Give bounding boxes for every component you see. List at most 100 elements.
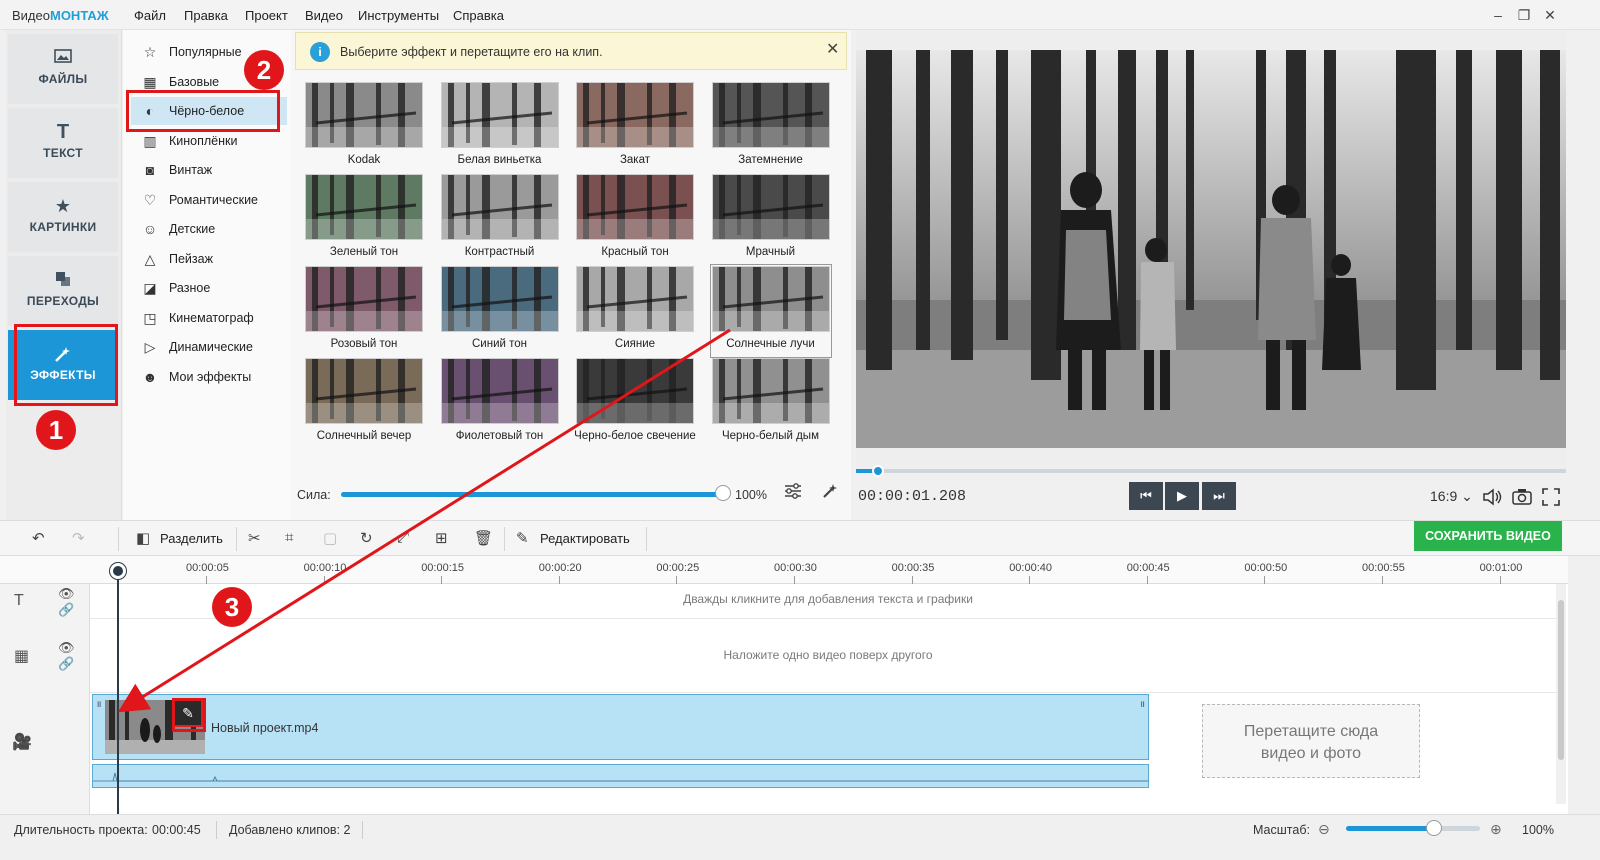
edit-pencil-icon[interactable]: ✎ bbox=[516, 529, 529, 547]
overlay-track-hint[interactable]: Наложите одно видео поверх другого bbox=[90, 648, 1566, 662]
video-frame[interactable] bbox=[856, 50, 1566, 448]
apply-effect-icon[interactable] bbox=[821, 482, 839, 505]
menu-help[interactable]: Справка bbox=[453, 8, 504, 23]
category-item[interactable]: ◳ Кинематограф bbox=[131, 304, 287, 332]
strength-slider[interactable] bbox=[341, 492, 725, 497]
frame-icon[interactable]: ▢ bbox=[323, 529, 337, 547]
effect-thumbnail[interactable]: Сияние bbox=[576, 266, 694, 356]
volume-icon[interactable] bbox=[1482, 488, 1504, 509]
playhead-handle[interactable] bbox=[110, 563, 126, 579]
camera-icon: ◙ bbox=[145, 162, 155, 178]
effect-thumbnail[interactable]: Контрастный bbox=[440, 174, 559, 264]
effect-preview-image bbox=[440, 174, 559, 240]
cut-scissors-icon[interactable]: ✂ bbox=[248, 529, 261, 547]
effect-thumbnail[interactable]: Розовый тон bbox=[305, 266, 423, 356]
zoom-slider-handle[interactable] bbox=[1426, 820, 1442, 836]
eye-icon[interactable]: 👁 bbox=[58, 640, 75, 656]
effect-thumbnail[interactable]: Зеленый тон bbox=[305, 174, 423, 264]
add-clip-icon[interactable]: ⊞ bbox=[435, 529, 448, 547]
audio-waveform[interactable] bbox=[92, 764, 1149, 788]
previous-frame-button[interactable]: ⏮ bbox=[1129, 482, 1163, 510]
clip-trim-right-handle[interactable]: ॥ bbox=[1140, 697, 1145, 710]
stretch-icon[interactable]: ⤢ bbox=[397, 529, 409, 546]
seek-bar[interactable] bbox=[856, 469, 1566, 473]
effect-thumbnail[interactable]: Черно-белый дым bbox=[711, 358, 830, 448]
category-item[interactable]: ◙ Винтаж bbox=[131, 156, 287, 184]
menu-file[interactable]: Файл bbox=[134, 8, 166, 23]
effect-thumbnail[interactable]: Белая виньетка bbox=[440, 82, 559, 172]
delete-trash-icon[interactable]: 🗑 bbox=[474, 529, 493, 547]
playhead-line[interactable] bbox=[117, 566, 119, 814]
close-info-icon[interactable]: ✕ bbox=[826, 39, 839, 59]
ruler-tick-mark bbox=[558, 576, 560, 584]
snapshot-camera-icon[interactable] bbox=[1512, 488, 1532, 509]
effect-thumbnail[interactable]: Закат bbox=[576, 82, 694, 172]
category-item[interactable]: ◪ Разное bbox=[131, 274, 287, 302]
sidebar-item-files[interactable]: ФАЙЛЫ bbox=[8, 34, 118, 104]
kids-icon: ☺ bbox=[142, 221, 158, 237]
clip-name: Новый проект.mp4 bbox=[211, 721, 319, 735]
rotate-icon[interactable]: ↻ bbox=[360, 529, 373, 547]
category-item[interactable]: ♡ Романтические bbox=[131, 186, 287, 214]
effect-thumbnail[interactable]: Красный тон bbox=[576, 174, 694, 264]
edit-button[interactable]: Редактировать bbox=[540, 531, 630, 546]
menu-tools[interactable]: Инструменты bbox=[358, 8, 439, 23]
save-video-button[interactable]: СОХРАНИТЬ ВИДЕО bbox=[1414, 521, 1562, 551]
category-item[interactable]: ▷ Динамические bbox=[131, 333, 287, 361]
link-icon[interactable]: 🔗 bbox=[58, 656, 74, 672]
next-frame-button[interactable]: ⏭ bbox=[1202, 482, 1236, 510]
effect-thumbnail[interactable]: Солнечные лучи bbox=[709, 264, 832, 358]
menu-video[interactable]: Видео bbox=[305, 8, 343, 23]
toolbar-divider bbox=[504, 527, 505, 551]
split-icon[interactable]: ◧ bbox=[136, 529, 150, 547]
effect-thumbnail[interactable]: Фиолетовый тон bbox=[440, 358, 559, 448]
menu-edit[interactable]: Правка bbox=[184, 8, 228, 23]
zoom-out-icon[interactable]: ⊖ bbox=[1318, 821, 1330, 838]
category-item[interactable]: ☺ Детские bbox=[131, 215, 287, 243]
sidebar-item-transitions[interactable]: ПЕРЕХОДЫ bbox=[8, 256, 118, 326]
eye-icon[interactable]: 👁 bbox=[58, 586, 75, 602]
undo-icon[interactable]: ↶ bbox=[32, 529, 45, 547]
effect-thumbnail[interactable]: Черно-белое свечение bbox=[574, 358, 696, 448]
effect-thumbnail[interactable]: Солнечный вечер bbox=[305, 358, 423, 448]
category-label: Детские bbox=[169, 222, 216, 236]
aspect-ratio-select[interactable]: 16:9 ⌄ bbox=[1430, 488, 1473, 505]
crop-icon[interactable]: ⌗ bbox=[285, 529, 293, 546]
text-icon: T bbox=[56, 121, 70, 143]
video-clip[interactable]: ✎ Новый проект.mp4 ॥ ॥ bbox=[92, 694, 1149, 760]
track-divider bbox=[90, 618, 1556, 619]
menu-project[interactable]: Проект bbox=[245, 8, 288, 23]
redo-icon[interactable]: ↷ bbox=[72, 529, 85, 547]
maximize-icon[interactable]: ❐ bbox=[1512, 4, 1536, 26]
drop-media-zone[interactable]: Перетащите сюда видео и фото bbox=[1202, 704, 1420, 778]
category-item[interactable]: △ Пейзаж bbox=[131, 245, 287, 273]
effect-thumbnail[interactable]: Синий тон bbox=[440, 266, 559, 356]
settings-sliders-icon[interactable] bbox=[783, 482, 803, 505]
text-track-hint[interactable]: Дважды кликните для добавления текста и … bbox=[90, 592, 1566, 606]
ruler-tick-label: 00:01:00 bbox=[1479, 562, 1523, 574]
minimize-icon[interactable]: – bbox=[1486, 4, 1510, 26]
toolbar-divider bbox=[236, 527, 237, 551]
sidebar-item-text[interactable]: T ТЕКСТ bbox=[8, 108, 118, 178]
split-button[interactable]: Разделить bbox=[160, 531, 223, 546]
clip-trim-left-handle[interactable]: ॥ bbox=[96, 697, 101, 710]
category-item[interactable]: ☻ Мои эффекты bbox=[131, 363, 287, 391]
seek-handle[interactable] bbox=[872, 465, 884, 477]
timeline-scrollbar-thumb[interactable] bbox=[1558, 600, 1564, 760]
link-icon[interactable]: 🔗 bbox=[58, 602, 74, 618]
close-icon[interactable]: ✕ bbox=[1538, 4, 1562, 26]
strength-slider-handle[interactable] bbox=[715, 485, 731, 501]
track-headers: T 👁 🔗 ▦ 👁 🔗 🎥 bbox=[0, 584, 90, 814]
timeline-ruler[interactable]: 00:00:05 00:00:10 00:00:15 00:00:20 00:00:25… bbox=[0, 556, 1568, 584]
play-button[interactable]: ▶ bbox=[1165, 482, 1199, 510]
ruler-tick-mark bbox=[441, 576, 443, 584]
sidebar-item-pictures[interactable]: ★ КАРТИНКИ bbox=[8, 182, 118, 252]
effect-thumbnail[interactable]: Kodak bbox=[305, 82, 423, 172]
annotation-number-1: 1 bbox=[36, 410, 76, 450]
zoom-in-icon[interactable]: ⊕ bbox=[1490, 821, 1502, 838]
effect-thumbnail[interactable]: Мрачный bbox=[711, 174, 830, 264]
effect-preview-image bbox=[440, 358, 559, 424]
effect-preview-image bbox=[711, 358, 830, 424]
effect-thumbnail[interactable]: Затемнение bbox=[711, 82, 830, 172]
fullscreen-icon[interactable] bbox=[1542, 488, 1560, 509]
